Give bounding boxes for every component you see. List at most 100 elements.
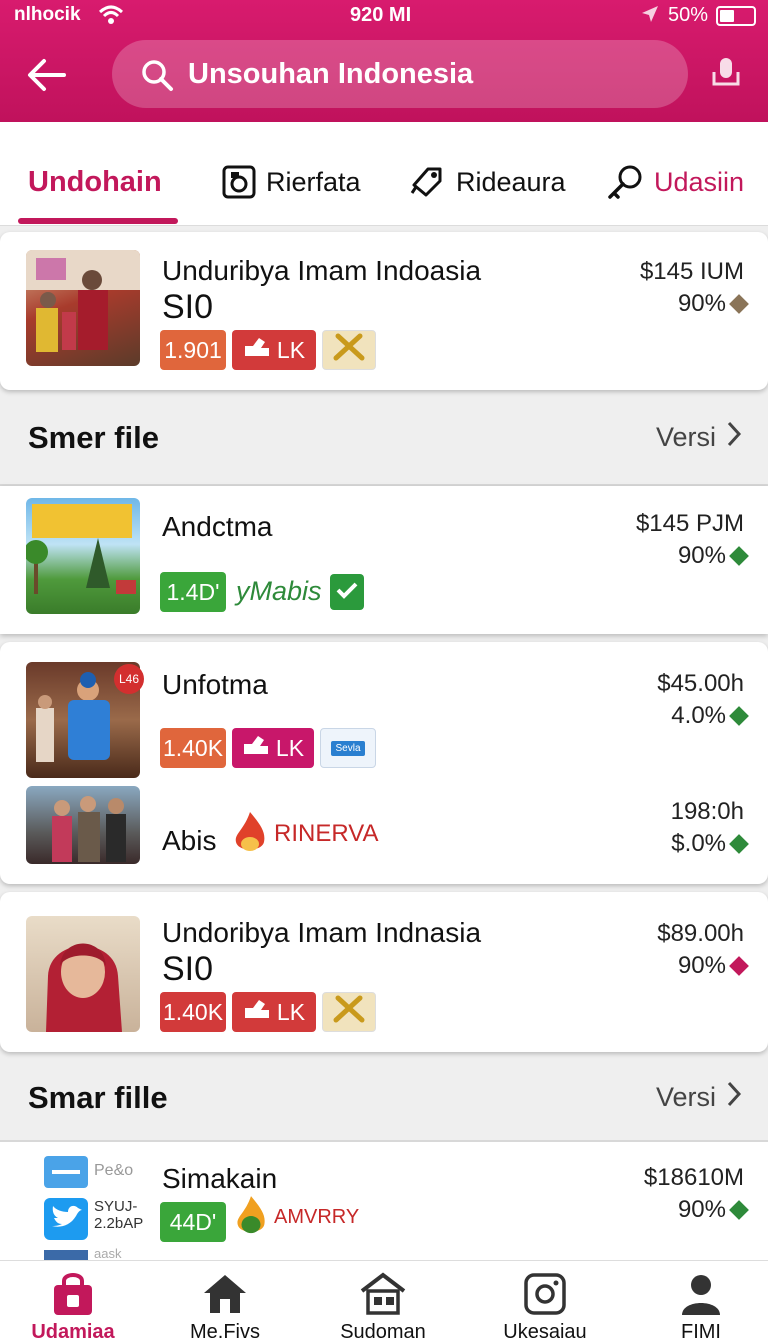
hand-icon	[242, 734, 270, 762]
chevron-right-icon	[726, 420, 742, 455]
section-link[interactable]: Versi	[656, 1080, 742, 1115]
tab-undohain[interactable]: Undohain	[28, 162, 162, 202]
home-icon	[202, 1271, 248, 1317]
tools-icon	[332, 332, 366, 368]
brand-logo: RINERVA	[230, 810, 378, 858]
hand-icon	[243, 998, 271, 1026]
product-title: Abis	[162, 825, 217, 856]
flame-icon	[237, 1196, 265, 1234]
trend-arrow-icon	[729, 834, 749, 854]
flame-icon	[235, 812, 265, 851]
brand-name: RINERVA	[274, 820, 379, 847]
bottom-navigation: Udamiaa Me.Fivs Sudoman Ukesaiau FIMI	[0, 1260, 768, 1344]
nav-item-sudoman[interactable]: Sudoman	[318, 1271, 448, 1344]
brand-name: AMVRRY	[274, 1205, 360, 1228]
corner-badge: L46	[114, 664, 144, 694]
section-title: Smer file	[28, 420, 159, 455]
trend-arrow-icon	[729, 956, 749, 976]
count-badge: 44D'	[160, 1202, 226, 1242]
nav-item-udamiaa[interactable]: Udamiaa	[8, 1271, 138, 1344]
product-title: Unduribya Imam Indoasia	[162, 255, 482, 286]
product-title: Simakain	[162, 1163, 278, 1194]
tab-label: Rierfata	[266, 166, 361, 197]
product-percent: $.0%	[671, 830, 749, 858]
product-thumbnail	[26, 250, 140, 366]
store-icon	[360, 1271, 406, 1317]
trend-arrow-icon	[729, 294, 749, 314]
thumb-label: aask	[94, 1246, 122, 1261]
product-card[interactable]: Andctma $145 PJM 90% 1.4D' yMabis	[0, 486, 768, 634]
product-title: Andctma	[162, 511, 273, 542]
product-card[interactable]: Unduribya Imam Indoasia SI0 $145 IUM 90%…	[0, 232, 768, 390]
label-badge: LK	[232, 992, 316, 1032]
product-title: Undoribya Imam Indnasia	[162, 917, 482, 948]
section-link-label: Versi	[655, 1082, 716, 1112]
product-price: $145 PJM	[635, 510, 744, 537]
nav-item-ukesaiau[interactable]: Ukesaiau	[480, 1271, 610, 1344]
search-input[interactable]: Unsouhan Indonesia	[112, 40, 688, 108]
check-icon	[335, 579, 359, 606]
clock: 920 MI	[350, 4, 412, 26]
product-subtitle: SI0	[162, 950, 214, 988]
section-link-label: Versi	[655, 422, 716, 452]
tag-icon	[410, 165, 446, 199]
badge-text: Sevla	[331, 740, 365, 756]
product-price: $45.00h	[657, 670, 744, 697]
product-percent: 90%	[678, 1196, 749, 1224]
trend-arrow-icon	[729, 546, 749, 566]
shopping-bag-icon	[50, 1271, 96, 1317]
product-thumbnail	[26, 916, 140, 1032]
arrow-left-icon	[28, 59, 66, 91]
card-icon	[44, 1156, 88, 1188]
product-card[interactable]: Pe&o SYUJ- 2.2bAP aask Simakain 44D' AMV…	[0, 1142, 768, 1261]
thumb-label-line: 2.2bAP	[94, 1215, 144, 1232]
product-subtitle: SI0	[162, 288, 214, 326]
product-percent: 4.0%	[671, 702, 749, 730]
tab-udasiin[interactable]: Udasiin	[606, 162, 744, 202]
product-percent: 90%	[678, 952, 749, 980]
section-title: Smar fille	[28, 1080, 168, 1115]
product-card-group: L46 Unfotma $45.00h 4.0% 1.40K LK Sevla …	[0, 642, 768, 884]
category-tabs: Undohain Rierfata Rideaura Udasiin	[0, 122, 768, 226]
percent-value: 90%	[677, 290, 726, 317]
wifi-icon	[98, 4, 124, 32]
microphone-icon	[712, 58, 740, 86]
nav-item-me-fivs[interactable]: Me.Fivs	[160, 1271, 290, 1344]
section-header: Smer file Versi	[0, 398, 768, 482]
badge-text: LK	[276, 998, 306, 1025]
section-link[interactable]: Versi	[656, 420, 742, 455]
card-badge: Sevla	[320, 728, 376, 768]
nav-label: Udamiaa	[31, 1321, 115, 1343]
product-thumbnail[interactable]	[26, 786, 140, 864]
product-card[interactable]: Undoribya Imam Indnasia SI0 $89.00h 90% …	[0, 892, 768, 1052]
search-icon	[140, 58, 174, 97]
percent-value: $.0%	[671, 830, 726, 857]
label-badge: LK	[232, 330, 316, 370]
back-button[interactable]	[24, 52, 70, 98]
percent-value: 4.0%	[671, 702, 726, 729]
product-title: Unfotma	[162, 669, 268, 700]
product-price: $89.00h	[657, 920, 744, 947]
camera-icon	[522, 1271, 568, 1317]
product-price: $18610M	[643, 1164, 744, 1191]
tab-rideaura[interactable]: Rideaura	[410, 162, 566, 202]
tab-label: Udasiin	[654, 166, 745, 197]
label-badge: LK	[232, 728, 314, 768]
brand-label: yMabis	[236, 576, 322, 606]
product-thumbnail	[26, 498, 140, 614]
square-logo-icon	[222, 165, 256, 199]
battery-percent: 50%	[668, 4, 709, 26]
nav-item-fimi[interactable]: FIMI	[636, 1271, 766, 1344]
tools-icon	[332, 994, 366, 1030]
product-price: $145 IUM	[639, 258, 744, 285]
nav-label: Ukesaiau	[503, 1321, 587, 1343]
thumb-strip	[44, 1250, 88, 1260]
nav-label: FIMI	[681, 1321, 721, 1343]
trend-arrow-icon	[729, 1200, 749, 1220]
person-icon	[678, 1271, 724, 1317]
active-tab-indicator	[18, 218, 178, 224]
thumb-label-line: SYUJ-	[94, 1198, 138, 1215]
microphone-button[interactable]	[706, 54, 746, 94]
tab-rierfata[interactable]: Rierfata	[222, 162, 361, 202]
trend-arrow-icon	[729, 706, 749, 726]
